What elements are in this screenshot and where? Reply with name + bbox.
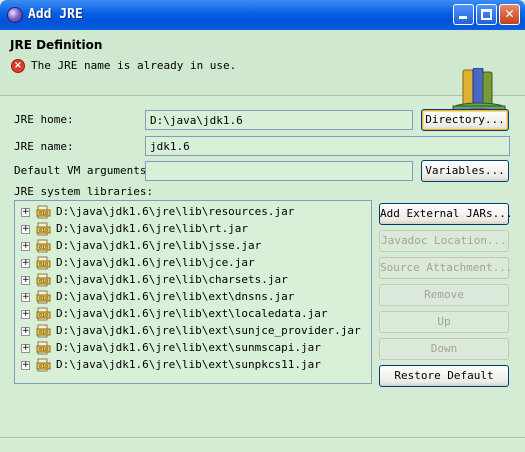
remove-button[interactable]: Remove (379, 284, 509, 306)
library-path: D:\java\jdk1.6\jre\lib\jce.jar (56, 256, 255, 269)
javadoc-location-button[interactable]: Javadoc Location... (379, 230, 509, 252)
restore-default-button[interactable]: Restore Default (379, 365, 509, 387)
expand-icon[interactable]: + (21, 310, 30, 319)
libraries-tree[interactable]: +010 D:\java\jdk1.6\jre\lib\resources.jar… (14, 200, 372, 384)
svg-text:010: 010 (39, 228, 48, 234)
close-icon: ✕ (504, 7, 515, 21)
library-path: D:\java\jdk1.6\jre\lib\ext\localedata.ja… (56, 307, 328, 320)
title-bar[interactable]: Add JRE ✕ (0, 0, 525, 30)
expand-icon[interactable]: + (21, 361, 30, 370)
minimize-button[interactable] (453, 4, 474, 25)
window-title: Add JRE (28, 7, 83, 22)
jre-name-label: JRE name: (14, 140, 74, 153)
svg-text:010: 010 (39, 296, 48, 302)
library-row[interactable]: +010 D:\java\jdk1.6\jre\lib\ext\localedat… (15, 306, 371, 323)
expand-icon[interactable]: + (21, 225, 30, 234)
library-path: D:\java\jdk1.6\jre\lib\ext\sunpkcs11.jar (56, 358, 321, 371)
jar-icon: 010 (36, 341, 51, 355)
expand-icon[interactable]: + (21, 293, 30, 302)
library-path: D:\java\jdk1.6\jre\lib\rt.jar (56, 222, 249, 235)
svg-text:010: 010 (39, 245, 48, 251)
jar-icon: 010 (36, 290, 51, 304)
error-message: The JRE name is already in use. (31, 59, 237, 72)
maximize-button[interactable] (476, 4, 497, 25)
svg-text:010: 010 (39, 313, 48, 319)
expand-icon[interactable]: + (21, 242, 30, 251)
directory-button[interactable]: Directory... (421, 109, 509, 131)
jar-icon: 010 (36, 324, 51, 338)
library-row[interactable]: +010 D:\java\jdk1.6\jre\lib\jsse.jar (15, 238, 371, 255)
library-path: D:\java\jdk1.6\jre\lib\resources.jar (56, 205, 295, 218)
library-path: D:\java\jdk1.6\jre\lib\ext\sunjce_provid… (56, 324, 361, 337)
separator (0, 437, 525, 438)
library-row[interactable]: +010 D:\java\jdk1.6\jre\lib\jce.jar (15, 255, 371, 272)
svg-text:010: 010 (39, 330, 48, 336)
library-row[interactable]: +010 D:\java\jdk1.6\jre\lib\ext\sunjce_pr… (15, 323, 371, 340)
library-row[interactable]: +010 D:\java\jdk1.6\jre\lib\ext\sunpkcs11… (15, 357, 371, 374)
source-attachment-button[interactable]: Source Attachment... (379, 257, 512, 279)
dialog-header: JRE Definition × The JRE name is already… (0, 30, 525, 123)
vm-arguments-label: Default VM arguments: (14, 164, 154, 177)
jre-home-label: JRE home: (14, 113, 74, 126)
page-title: JRE Definition (10, 38, 103, 52)
add-jre-dialog: Add JRE ✕ JRE Definition × The JRE name … (0, 0, 525, 452)
minimize-icon (459, 16, 467, 19)
library-row[interactable]: +010 D:\java\jdk1.6\jre\lib\ext\dnsns.jar (15, 289, 371, 306)
jre-home-field[interactable]: D:\java\jdk1.6 (145, 110, 413, 130)
svg-text:010: 010 (39, 364, 48, 370)
eclipse-icon (7, 7, 23, 23)
add-external-jars-button[interactable]: Add External JARs... (379, 203, 512, 225)
expand-icon[interactable]: + (21, 208, 30, 217)
svg-text:010: 010 (39, 279, 48, 285)
svg-text:010: 010 (39, 211, 48, 217)
close-button[interactable]: ✕ (499, 4, 520, 25)
expand-icon[interactable]: + (21, 344, 30, 353)
library-path: D:\java\jdk1.6\jre\lib\ext\dnsns.jar (56, 290, 295, 303)
library-row[interactable]: +010 D:\java\jdk1.6\jre\lib\charsets.jar (15, 272, 371, 289)
down-button[interactable]: Down (379, 338, 509, 360)
jar-icon: 010 (36, 256, 51, 270)
jar-icon: 010 (36, 358, 51, 372)
library-row[interactable]: +010 D:\java\jdk1.6\jre\lib\resources.jar (15, 204, 371, 221)
expand-icon[interactable]: + (21, 259, 30, 268)
vm-arguments-field[interactable] (145, 161, 413, 181)
libraries-label: JRE system libraries: (14, 185, 154, 198)
library-row[interactable]: +010 D:\java\jdk1.6\jre\lib\rt.jar (15, 221, 371, 238)
jar-icon: 010 (36, 273, 51, 287)
jar-icon: 010 (36, 239, 51, 253)
maximize-icon (481, 9, 492, 20)
jre-name-field[interactable]: jdk1.6 (145, 136, 510, 156)
svg-text:010: 010 (39, 262, 48, 268)
expand-icon[interactable]: + (21, 276, 30, 285)
jar-icon: 010 (36, 222, 51, 236)
jar-icon: 010 (36, 205, 51, 219)
variables-button[interactable]: Variables... (421, 160, 509, 182)
library-path: D:\java\jdk1.6\jre\lib\charsets.jar (56, 273, 288, 286)
jar-icon: 010 (36, 307, 51, 321)
expand-icon[interactable]: + (21, 327, 30, 336)
error-icon: × (11, 59, 25, 73)
library-path: D:\java\jdk1.6\jre\lib\jsse.jar (56, 239, 262, 252)
library-path: D:\java\jdk1.6\jre\lib\ext\sunmscapi.jar (56, 341, 321, 354)
up-button[interactable]: Up (379, 311, 509, 333)
svg-text:010: 010 (39, 347, 48, 353)
library-row[interactable]: +010 D:\java\jdk1.6\jre\lib\ext\sunmscapi… (15, 340, 371, 357)
